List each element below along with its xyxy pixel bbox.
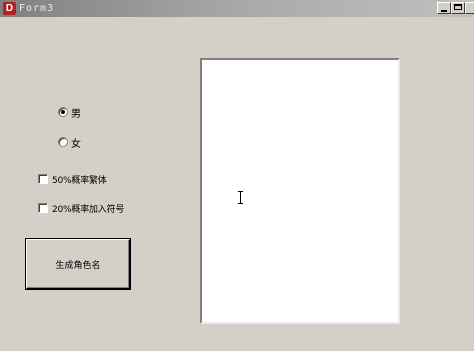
- radio-female[interactable]: 女: [58, 135, 81, 150]
- checkbox-symbol-box[interactable]: [38, 203, 48, 213]
- text-cursor-icon: [238, 191, 243, 204]
- minimize-button[interactable]: [437, 2, 451, 14]
- checkbox-symbol[interactable]: 20%概率加入符号: [38, 201, 124, 215]
- close-button[interactable]: [465, 2, 474, 14]
- radio-male-label[interactable]: 男: [71, 105, 81, 120]
- title-bar[interactable]: D Form3: [0, 0, 474, 17]
- radio-male[interactable]: 男: [58, 105, 81, 120]
- generate-name-button[interactable]: 生成角色名: [26, 239, 130, 289]
- radio-male-circle[interactable]: [58, 107, 68, 117]
- radio-female-label[interactable]: 女: [71, 135, 81, 150]
- checkbox-traditional[interactable]: 50%概率繁体: [38, 172, 107, 186]
- output-memo[interactable]: [200, 58, 400, 324]
- text-cursor-icon-svg: [238, 191, 243, 204]
- checkbox-traditional-label[interactable]: 50%概率繁体: [52, 173, 107, 186]
- window-title: Form3: [19, 3, 55, 14]
- checkbox-symbol-label[interactable]: 20%概率加入符号: [52, 202, 124, 215]
- minimize-icon: [441, 10, 447, 12]
- maximize-button[interactable]: [451, 2, 465, 14]
- radio-selected-dot: [61, 110, 65, 114]
- app-icon[interactable]: D: [3, 2, 16, 15]
- checkbox-traditional-box[interactable]: [38, 174, 48, 184]
- maximize-icon: [454, 4, 462, 10]
- radio-female-circle[interactable]: [58, 137, 68, 147]
